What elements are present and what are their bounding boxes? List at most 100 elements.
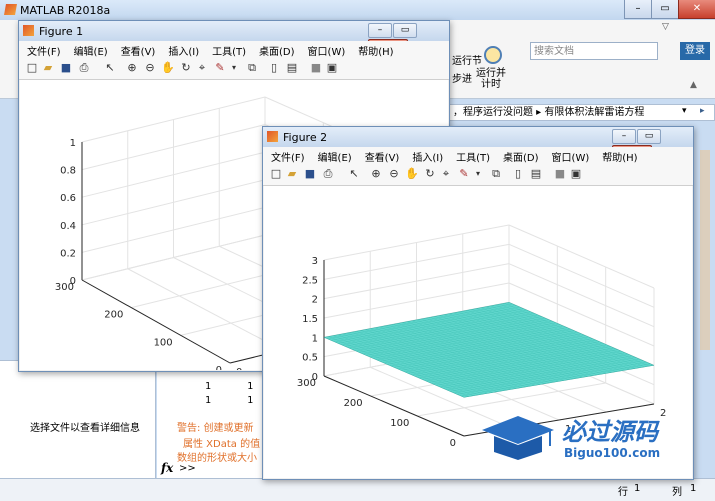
open-icon[interactable]: ▰ bbox=[41, 61, 55, 75]
z-tick-label: 0.2 bbox=[60, 248, 76, 259]
function-fx-icon[interactable]: fx bbox=[161, 461, 173, 475]
menu-tools[interactable]: 工具(T) bbox=[448, 147, 495, 164]
row-label: 行 bbox=[618, 487, 628, 498]
select-arrow-icon[interactable]: ↖ bbox=[347, 167, 361, 181]
menu-help[interactable]: 帮助(H) bbox=[350, 41, 398, 58]
hide-tools-icon[interactable]: ■ bbox=[309, 61, 323, 75]
rotate-icon[interactable]: ↻ bbox=[179, 61, 193, 75]
menu-window[interactable]: 窗口(W) bbox=[544, 147, 595, 164]
warning-line: 警告: 创建或更新 bbox=[177, 423, 254, 434]
menu-file[interactable]: 文件(F) bbox=[263, 147, 310, 164]
link-plot-icon[interactable]: ⧉ bbox=[489, 167, 503, 181]
run-and-time-icon[interactable] bbox=[484, 46, 502, 64]
menu-edit[interactable]: 编辑(E) bbox=[310, 147, 357, 164]
show-tools-icon[interactable]: ▣ bbox=[325, 61, 339, 75]
maximize-button[interactable]: ▭ bbox=[637, 129, 661, 144]
save-icon[interactable]: ■ bbox=[59, 61, 73, 75]
search-docs-input[interactable]: 搜索文档 bbox=[530, 42, 658, 60]
address-dropdown-icon[interactable]: ▾ bbox=[682, 106, 687, 116]
rotate-icon[interactable]: ↻ bbox=[423, 167, 437, 181]
z-tick-label: 0.6 bbox=[60, 193, 76, 204]
legend-icon[interactable]: ▤ bbox=[529, 167, 543, 181]
print-icon[interactable]: ⎙ bbox=[77, 61, 91, 75]
funnel-icon[interactable]: ▽ bbox=[662, 22, 674, 36]
menu-help[interactable]: 帮助(H) bbox=[594, 147, 642, 164]
details-empty-message: 选择文件以查看详细信息 bbox=[30, 423, 140, 434]
brush-icon[interactable]: ✎ bbox=[213, 61, 227, 75]
z-tick-label: 1 bbox=[312, 333, 318, 344]
menu-insert[interactable]: 插入(I) bbox=[404, 147, 448, 164]
z-gridline bbox=[508, 224, 655, 289]
y-axis-line bbox=[81, 279, 231, 364]
zoom-out-icon[interactable]: ⊖ bbox=[143, 61, 157, 75]
matrix-output-row: 1 1 bbox=[205, 381, 254, 392]
x-tick-label: 0 bbox=[236, 367, 242, 370]
run-and-time-label[interactable]: 运行并 计时 bbox=[476, 68, 506, 90]
new-figure-icon[interactable]: □ bbox=[269, 167, 283, 181]
figure1-menubar: 文件(F) 编辑(E) 查看(V) 插入(I) 工具(T) 桌面(D) 窗口(W) 帮助(H) bbox=[19, 41, 449, 59]
advance-label[interactable]: 步进 bbox=[452, 70, 472, 85]
menu-view[interactable]: 查看(V) bbox=[113, 41, 161, 58]
collapse-toolstrip-icon[interactable]: ▲ bbox=[690, 80, 697, 90]
zoom-out-icon[interactable]: ⊖ bbox=[387, 167, 401, 181]
command-prompt[interactable]: >> bbox=[179, 463, 196, 474]
data-cursor-icon[interactable]: ⌖ bbox=[439, 167, 453, 181]
status-bar: 行 1 列 1 bbox=[0, 478, 715, 501]
y-tick-label: 200 bbox=[104, 310, 123, 321]
col-label: 列 bbox=[672, 487, 682, 498]
minimize-button[interactable]: – bbox=[624, 0, 652, 19]
browse-folder-icon[interactable]: ▸ bbox=[700, 106, 705, 116]
minimize-button[interactable]: – bbox=[368, 23, 392, 38]
new-figure-icon[interactable]: □ bbox=[25, 61, 39, 75]
data-cursor-icon[interactable]: ⌖ bbox=[195, 61, 209, 75]
select-arrow-icon[interactable]: ↖ bbox=[103, 61, 117, 75]
y-tick-label: 0 bbox=[216, 365, 222, 370]
y-tick-label: 300 bbox=[55, 282, 74, 293]
maximize-button[interactable]: ▭ bbox=[651, 0, 679, 19]
watermark-url: Biguo100.com bbox=[564, 446, 661, 460]
pan-hand-icon[interactable]: ✋ bbox=[161, 61, 175, 75]
minimize-button[interactable]: – bbox=[612, 129, 636, 144]
brush-icon[interactable]: ✎ bbox=[457, 167, 471, 181]
print-icon[interactable]: ⎙ bbox=[321, 167, 335, 181]
brush-dropdown-icon[interactable]: ▾ bbox=[227, 61, 241, 75]
menu-desktop[interactable]: 桌面(D) bbox=[251, 41, 300, 58]
colorbar-icon[interactable]: ▯ bbox=[267, 61, 281, 75]
menu-view[interactable]: 查看(V) bbox=[357, 147, 405, 164]
link-plot-icon[interactable]: ⧉ bbox=[245, 61, 259, 75]
warning-line: 数组的形状或大小 bbox=[177, 453, 257, 464]
details-panel: 选择文件以查看详细信息 bbox=[0, 360, 156, 481]
open-icon[interactable]: ▰ bbox=[285, 167, 299, 181]
figure2-menubar: 文件(F) 编辑(E) 查看(V) 插入(I) 工具(T) 桌面(D) 窗口(W) 帮助(H) bbox=[263, 147, 693, 165]
menu-insert[interactable]: 插入(I) bbox=[160, 41, 204, 58]
z-tick-label: 2.5 bbox=[302, 275, 318, 286]
save-icon[interactable]: ■ bbox=[303, 167, 317, 181]
menu-file[interactable]: 文件(F) bbox=[19, 41, 66, 58]
colorbar-icon[interactable]: ▯ bbox=[511, 167, 525, 181]
figure1-title-bar[interactable]: Figure 1 –▭✕ bbox=[19, 21, 449, 54]
zoom-in-icon[interactable]: ⊕ bbox=[369, 167, 383, 181]
zoom-in-icon[interactable]: ⊕ bbox=[125, 61, 139, 75]
menu-window[interactable]: 窗口(W) bbox=[300, 41, 351, 58]
brush-dropdown-icon[interactable]: ▾ bbox=[471, 167, 485, 181]
legend-icon[interactable]: ▤ bbox=[285, 61, 299, 75]
figure2-title-bar[interactable]: Figure 2 –▭✕ bbox=[263, 127, 693, 160]
figure2-toolbar: □ ▰ ■ ⎙ ↖ ⊕ ⊖ ✋ ↻ ⌖ ✎ ▾ ⧉ ▯ ▤ ■ ▣ bbox=[263, 164, 693, 186]
close-button[interactable]: ✕ bbox=[678, 0, 715, 19]
show-tools-icon[interactable]: ▣ bbox=[569, 167, 583, 181]
x-gridline bbox=[127, 268, 283, 351]
menu-desktop[interactable]: 桌面(D) bbox=[495, 147, 544, 164]
menu-edit[interactable]: 编辑(E) bbox=[66, 41, 113, 58]
menu-tools[interactable]: 工具(T) bbox=[204, 41, 251, 58]
hide-tools-icon[interactable]: ■ bbox=[553, 167, 567, 181]
main-title-bar: MATLAB R2018a – ▭ ✕ bbox=[0, 0, 715, 20]
run-section-label[interactable]: 运行节 bbox=[452, 52, 482, 67]
maximize-button[interactable]: ▭ bbox=[393, 23, 417, 38]
login-button[interactable]: 登录 bbox=[680, 42, 710, 60]
figure1-toolbar: □ ▰ ■ ⎙ ↖ ⊕ ⊖ ✋ ↻ ⌖ ✎ ▾ ⧉ ▯ ▤ ■ ▣ bbox=[19, 58, 449, 80]
current-folder-address-bar[interactable]: ，程序运行没问题 ▸ 有限体积法解雷诺方程 bbox=[448, 104, 715, 121]
figure1-title: Figure 1 bbox=[39, 25, 84, 38]
pan-hand-icon[interactable]: ✋ bbox=[405, 167, 419, 181]
workspace-strip bbox=[700, 150, 710, 350]
z-tick-label: 1.5 bbox=[302, 314, 318, 325]
